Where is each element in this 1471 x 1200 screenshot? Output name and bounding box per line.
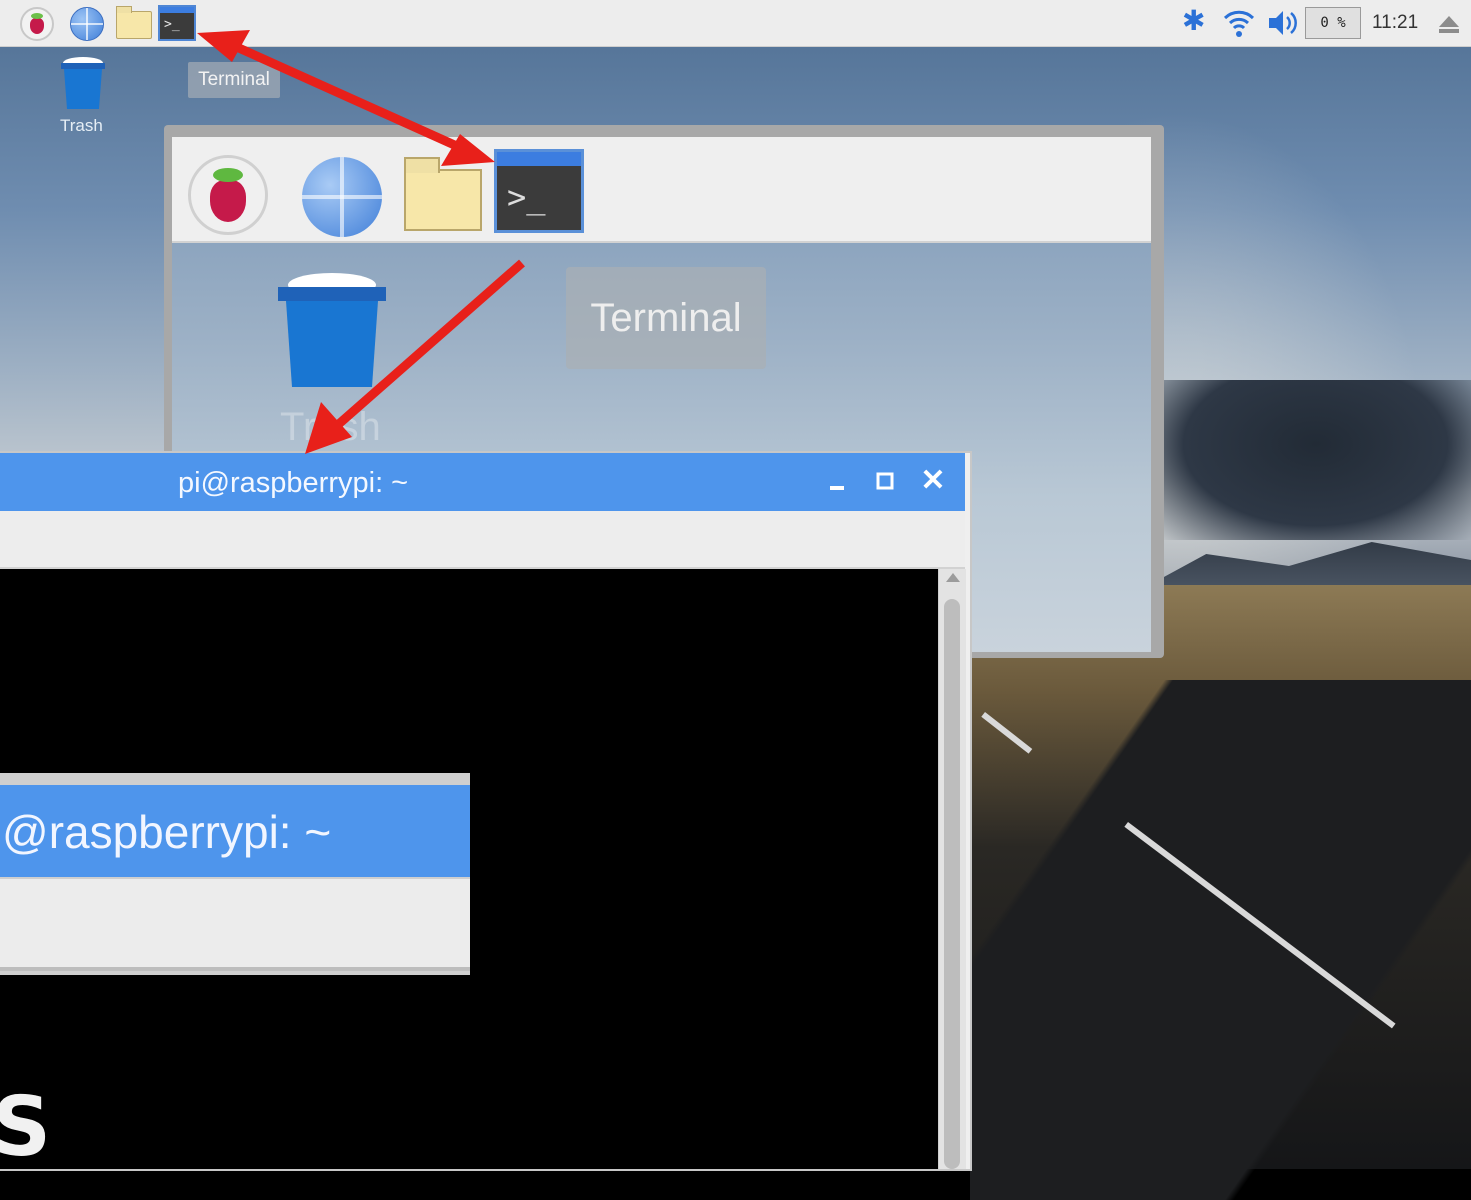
trash-icon[interactable] [58, 56, 108, 110]
eject-icon[interactable] [1438, 14, 1460, 34]
partial-glyph: S [0, 1080, 52, 1175]
zoomed-raspberry-pi-icon [188, 155, 268, 235]
cpu-usage-monitor[interactable]: 0 % [1305, 7, 1361, 39]
dark-clouds [1160, 380, 1471, 540]
zoomed-terminal-glyph: >_ [507, 178, 546, 216]
window-title-bar[interactable]: pi@raspberrypi: ~ ✕ [0, 453, 965, 511]
terminal-prompt-glyph: >_ [164, 17, 180, 32]
trash-label: Trash [60, 116, 103, 135]
zoomed-globe-icon [302, 157, 382, 237]
zoomed-taskbar: >_ [172, 137, 1151, 243]
scroll-up-icon[interactable] [946, 573, 960, 582]
bluetooth-icon[interactable]: ✱ [1182, 4, 1205, 37]
zoomed-terminal-tooltip: Terminal [566, 267, 766, 369]
web-browser-icon[interactable] [70, 7, 104, 41]
zoomed-menu-bar [0, 879, 470, 971]
terminal-launcher-icon[interactable]: >_ [158, 5, 196, 41]
terminal-tooltip: Terminal [188, 62, 280, 98]
zoomed-title-bar: @raspberrypi: ~ [0, 785, 470, 877]
menu-bar [0, 511, 965, 569]
zoom-callout-title: @raspberrypi: ~ [0, 773, 470, 975]
window-title: pi@raspberrypi: ~ [178, 467, 409, 499]
zoomed-terminal-icon: >_ [494, 149, 584, 233]
zoomed-trash-icon [278, 273, 386, 387]
road [970, 680, 1471, 1200]
minimize-button[interactable] [826, 469, 850, 493]
clock[interactable]: 11:21 [1372, 12, 1418, 34]
taskbar: >_ ✱ 0 % 11:21 [0, 0, 1471, 47]
zoomed-folder-icon [404, 157, 482, 231]
maximize-button[interactable] [873, 469, 897, 493]
zoomed-title: @raspberrypi: ~ [2, 806, 332, 858]
scroll-thumb[interactable] [944, 599, 960, 1169]
close-button[interactable]: ✕ [920, 466, 946, 496]
volume-icon[interactable] [1266, 6, 1298, 40]
wifi-icon[interactable] [1222, 6, 1256, 40]
zoomed-trash-label: Trash [280, 405, 381, 449]
raspberry-pi-menu-icon[interactable] [20, 7, 54, 41]
vertical-scrollbar[interactable] [938, 569, 966, 1169]
file-manager-icon[interactable] [116, 6, 152, 39]
